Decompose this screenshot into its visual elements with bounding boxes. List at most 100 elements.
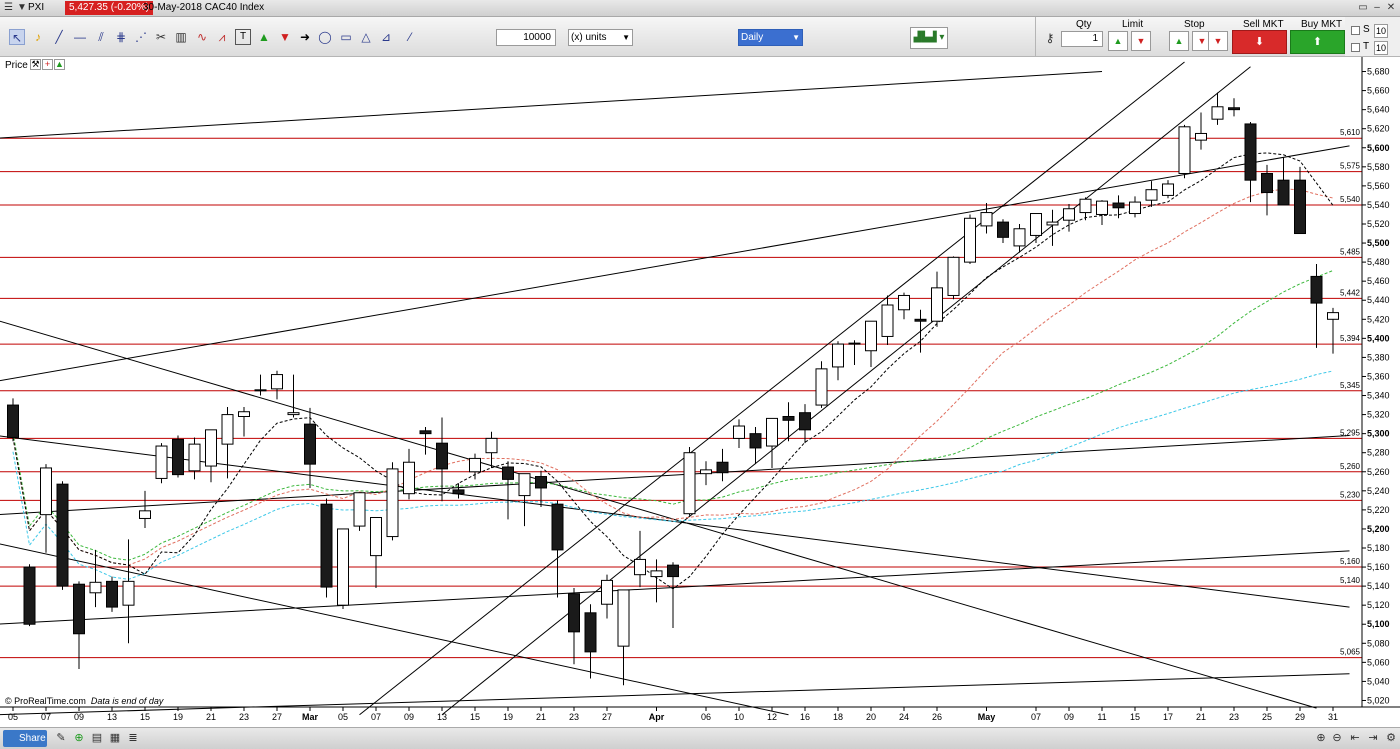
x-tick-label: 21 (206, 712, 216, 722)
alarm-icon[interactable]: ⊕ (72, 731, 86, 745)
wrench-icon[interactable]: ⚒ (30, 59, 41, 70)
candle-body (650, 570, 663, 578)
t-checkbox[interactable] (1351, 43, 1360, 52)
x-tick-label: 11 (1097, 712, 1106, 722)
pencil-icon[interactable]: ✎ (54, 731, 68, 745)
candle-body (716, 461, 729, 474)
candle-body (881, 304, 894, 337)
trash-icon[interactable]: ✂ (153, 29, 169, 45)
cursor-icon[interactable]: ↖ (9, 29, 25, 45)
brush-icon[interactable]: ⁄ (402, 29, 418, 45)
zoom-out-icon[interactable]: ⊖ (1330, 731, 1344, 745)
candle-body (766, 417, 778, 447)
add-indicator-icon[interactable]: + (42, 59, 53, 70)
chart-icon[interactable]: ▦ (108, 731, 122, 745)
y-tick-label: 5,080 (1367, 638, 1390, 648)
horizontal-line-icon[interactable]: — (72, 29, 88, 45)
settings-icon[interactable]: ⚙ (1384, 731, 1398, 745)
candle-body (683, 452, 696, 515)
period-select[interactable]: Daily ▼ (738, 29, 803, 46)
y-tick-label: 5,600 (1367, 143, 1390, 153)
x-tick-label: 26 (932, 712, 942, 722)
price-chart[interactable]: 5,6105,5755,5405,4855,4425,3945,3455,295… (0, 57, 1400, 727)
s-checkbox[interactable] (1351, 26, 1360, 35)
candle-body (436, 442, 448, 470)
dropdown-arrow-icon[interactable]: ▼ (17, 2, 27, 13)
y-tick-label: 5,060 (1367, 657, 1390, 667)
credit-source: © ProRealTime.com (5, 696, 86, 706)
channel-icon[interactable]: ⫽ (93, 29, 109, 45)
limit-sell-button[interactable]: ▼ (1131, 31, 1151, 51)
t-label: T (1363, 41, 1370, 52)
y-tick-label: 5,460 (1367, 276, 1390, 286)
restore-icon[interactable]: ▭ (1356, 1, 1370, 15)
rectangle-icon[interactable]: ▭ (338, 29, 354, 45)
buy-market-button[interactable]: ⬆ (1290, 30, 1345, 54)
s-value[interactable]: 10 (1374, 24, 1388, 38)
up-arrow-icon[interactable]: ▲ (256, 29, 272, 45)
level-label: 5,575 (1340, 162, 1361, 171)
wave-icon[interactable]: ∿ (194, 29, 210, 45)
candle-body (485, 437, 498, 454)
fan-icon[interactable]: ⊿ (378, 29, 394, 45)
candle-body (1013, 228, 1026, 247)
level-label: 5,442 (1340, 288, 1361, 297)
candle-body (799, 412, 811, 431)
units-select[interactable]: (x) units ▼ (568, 29, 633, 46)
y-tick-label: 5,620 (1367, 124, 1390, 134)
candle-body (370, 517, 382, 557)
x-tick-label: 10 (734, 712, 744, 722)
candle-body (980, 212, 993, 227)
candle-body (238, 411, 250, 417)
pattern-icon[interactable]: ▥ (173, 29, 189, 45)
trendline-icon[interactable]: ╱ (51, 29, 67, 45)
t-value[interactable]: 10 (1374, 41, 1388, 55)
wave2-icon[interactable]: ⩘ (214, 29, 230, 45)
window-title: 30-May-2018 CAC40 Index (143, 2, 265, 13)
candle-body (122, 580, 135, 606)
x-tick-label: 07 (41, 712, 51, 722)
orders-icon[interactable]: ▤ (90, 731, 104, 745)
y-tick-label: 5,100 (1367, 619, 1390, 629)
right-arrow-icon[interactable]: ➜ (297, 29, 313, 45)
x-tick-label: 15 (470, 712, 480, 722)
candle-body (1178, 126, 1191, 174)
down-arrow-icon[interactable]: ▼ (277, 29, 293, 45)
zoom-in-icon[interactable]: ⊕ (1314, 731, 1328, 745)
y-tick-label: 5,200 (1367, 524, 1390, 534)
candle-body (386, 468, 399, 538)
close-icon[interactable]: ✕ (1384, 1, 1398, 15)
limit-buy-button[interactable]: ▲ (1108, 31, 1128, 51)
trade-qty-input[interactable]: 1 (1061, 31, 1103, 47)
candle-body (947, 256, 960, 296)
x-tick-label: 18 (833, 712, 843, 722)
quantity-input[interactable]: 10000 (496, 29, 556, 46)
triangle-icon[interactable]: △ (358, 29, 374, 45)
watchlist-icon[interactable]: ≣ (126, 731, 140, 745)
ellipse-icon[interactable]: ◯ (317, 29, 333, 45)
level-label: 5,260 (1340, 462, 1361, 471)
stop-buy-button[interactable]: ▲ (1169, 31, 1189, 51)
minimize-icon[interactable]: – (1370, 1, 1384, 15)
maximize-icon[interactable]: ▲ (54, 59, 65, 70)
key-icon[interactable]: ⚷ (1042, 30, 1058, 46)
level-label: 5,540 (1340, 195, 1361, 204)
candle-body (634, 558, 646, 576)
level-label: 5,394 (1340, 334, 1361, 343)
symbol-label[interactable]: PXI (28, 2, 44, 13)
scroll-start-icon[interactable]: ⇤ (1348, 731, 1362, 745)
stop-extra-button[interactable]: ▼ (1208, 31, 1228, 51)
gann-icon[interactable]: ⋰ (133, 29, 149, 45)
chart-area[interactable]: 5,610 5,575 5,540 5,485 5,442 5,394 5,345 5,295… (0, 57, 1400, 727)
fibonacci-icon[interactable]: ⋕ (113, 29, 129, 45)
bell-icon[interactable]: ♪ (30, 29, 46, 45)
share-button[interactable]: Share (3, 730, 47, 747)
data-note: Data is end of day (90, 696, 164, 706)
text-icon[interactable]: T (235, 29, 251, 45)
x-tick-label: 27 (602, 712, 612, 722)
scroll-end-icon[interactable]: ⇥ (1366, 731, 1380, 745)
candle-body (73, 583, 85, 635)
sell-market-button[interactable]: ⬇ (1232, 30, 1287, 54)
chart-type-button[interactable]: ▟▙▟ ▾ (910, 27, 948, 49)
menu-icon[interactable]: ☰ (4, 2, 13, 13)
